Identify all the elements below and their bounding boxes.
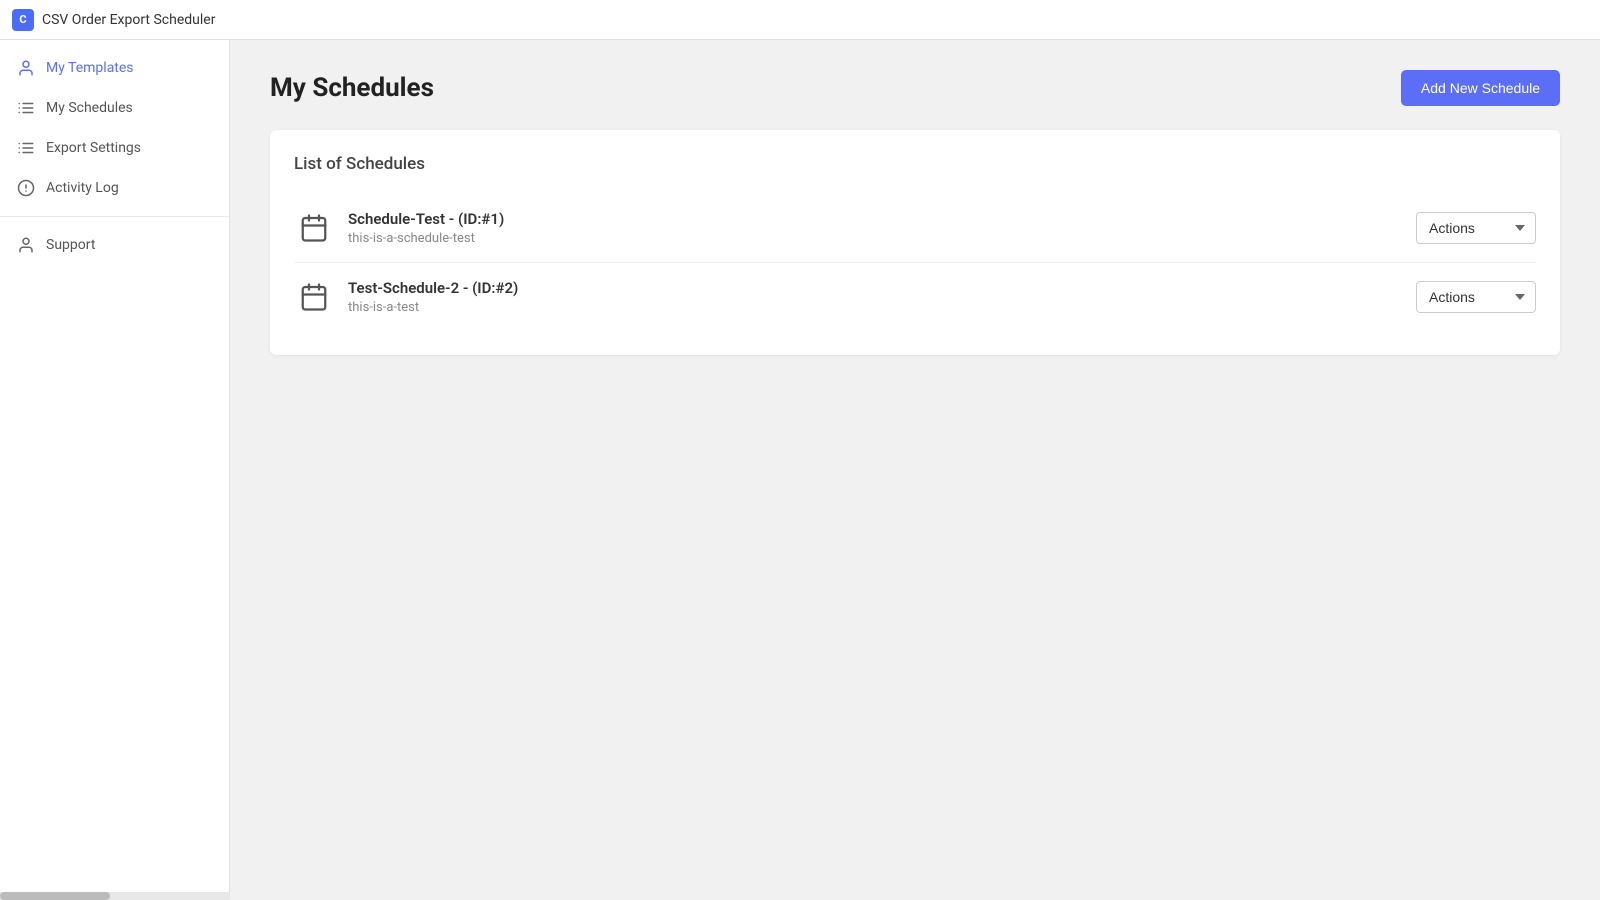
calendar-icon-1 <box>294 208 334 248</box>
scrollbar-thumb[interactable] <box>0 892 110 900</box>
sidebar-item-activity-log[interactable]: Activity Log <box>0 168 229 208</box>
layout: My Templates My Schedules Export Setting… <box>0 40 1600 900</box>
activity-icon <box>16 178 36 198</box>
sidebar-item-export-settings[interactable]: Export Settings <box>0 128 229 168</box>
actions-dropdown-1[interactable]: Actions Edit Delete View <box>1416 212 1536 244</box>
scrollbar-track[interactable] <box>0 892 230 900</box>
sidebar-item-my-templates[interactable]: My Templates <box>0 48 229 88</box>
person-icon <box>16 58 36 78</box>
schedule-name-1: Schedule-Test - (ID:#1) <box>348 210 1416 228</box>
calendar-icon-2 <box>294 277 334 317</box>
sidebar-item-my-schedules-label: My Schedules <box>46 100 133 116</box>
schedule-item-2: Test-Schedule-2 - (ID:#2) this-is-a-test… <box>294 263 1536 331</box>
main-content: My Schedules Add New Schedule List of Sc… <box>230 40 1600 900</box>
sidebar-item-my-schedules[interactable]: My Schedules <box>0 88 229 128</box>
app-icon: C <box>12 9 34 31</box>
schedules-card: List of Schedules Schedule-Test - (ID:#1… <box>270 130 1560 355</box>
schedule-info-2: Test-Schedule-2 - (ID:#2) this-is-a-test <box>348 279 1416 315</box>
sidebar-item-support[interactable]: Support <box>0 225 229 265</box>
top-bar: C CSV Order Export Scheduler <box>0 0 1600 40</box>
page-header: My Schedules Add New Schedule <box>270 70 1560 106</box>
schedule-info-1: Schedule-Test - (ID:#1) this-is-a-schedu… <box>348 210 1416 246</box>
sidebar-item-support-label: Support <box>46 237 95 253</box>
schedule-subtitle-1: this-is-a-schedule-test <box>348 231 1416 246</box>
list-icon-schedules <box>16 98 36 118</box>
page-title: My Schedules <box>270 73 434 103</box>
schedule-item-1: Schedule-Test - (ID:#1) this-is-a-schedu… <box>294 194 1536 263</box>
add-new-schedule-button[interactable]: Add New Schedule <box>1401 70 1560 106</box>
sidebar-item-export-settings-label: Export Settings <box>46 140 141 156</box>
sidebar-divider <box>0 216 229 217</box>
list-title: List of Schedules <box>294 154 1536 174</box>
actions-dropdown-2[interactable]: Actions Edit Delete View <box>1416 281 1536 313</box>
sidebar-item-my-templates-label: My Templates <box>46 60 134 76</box>
list-icon-export <box>16 138 36 158</box>
schedule-subtitle-2: this-is-a-test <box>348 300 1416 315</box>
app-title: CSV Order Export Scheduler <box>42 12 215 28</box>
schedule-name-2: Test-Schedule-2 - (ID:#2) <box>348 279 1416 297</box>
person-icon-support <box>16 235 36 255</box>
sidebar: My Templates My Schedules Export Setting… <box>0 40 230 900</box>
sidebar-item-activity-log-label: Activity Log <box>46 180 119 196</box>
